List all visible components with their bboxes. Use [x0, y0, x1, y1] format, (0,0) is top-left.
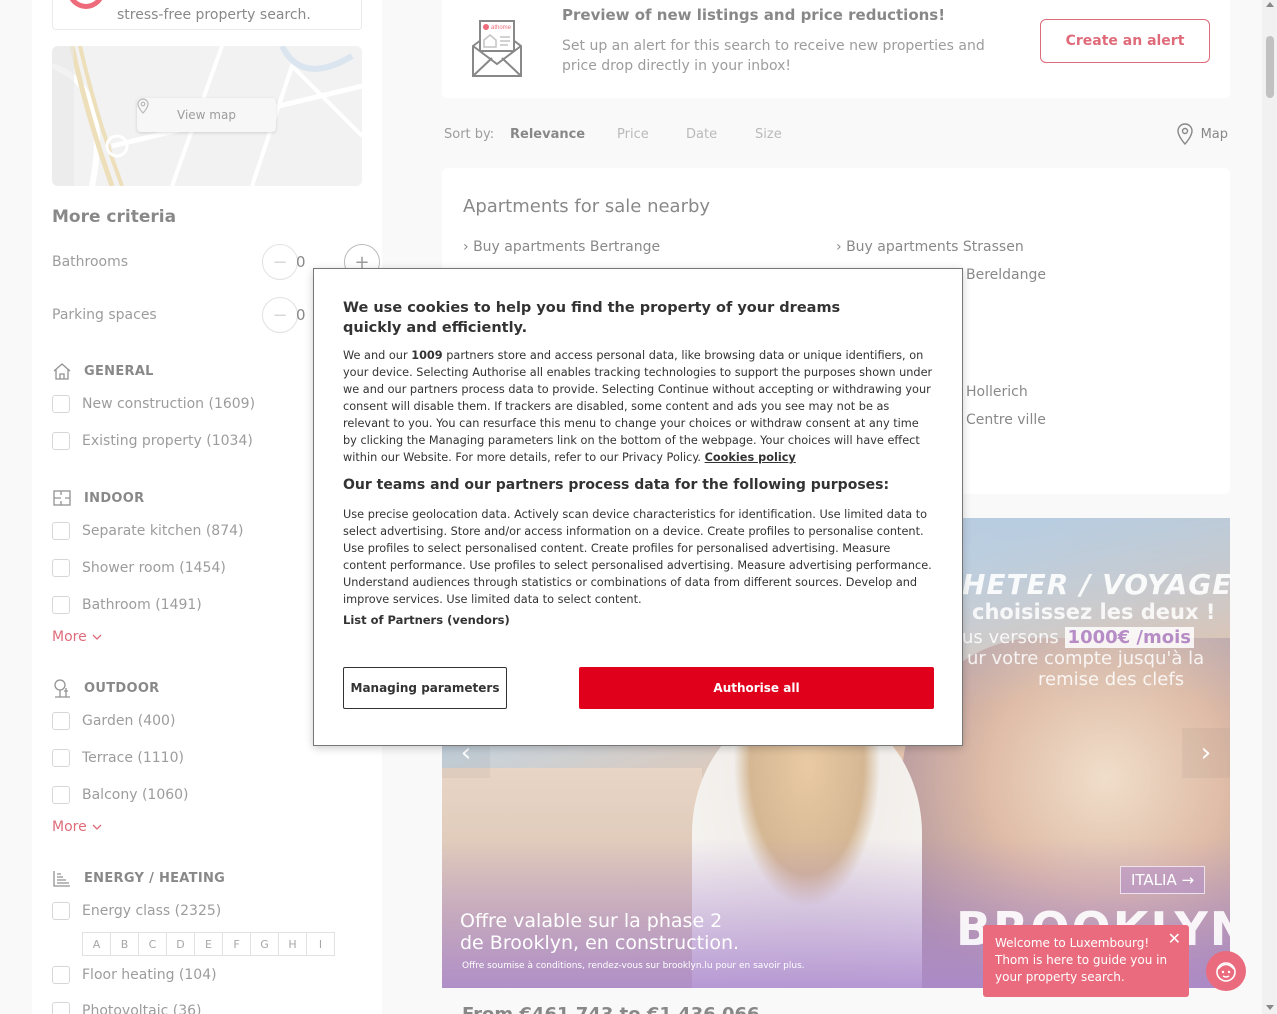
- scroll-up-arrow-icon[interactable]: [1266, 2, 1274, 7]
- cookie-consent-dialog: We use cookies to help you find the prop…: [313, 268, 963, 746]
- scroll-down-arrow-icon[interactable]: [1266, 1005, 1274, 1010]
- authorise-all-button[interactable]: Authorise all: [579, 667, 934, 709]
- cookies-policy-link[interactable]: Cookies policy: [705, 451, 796, 464]
- cookie-dialog-title: We use cookies to help you find the prop…: [343, 300, 841, 336]
- scrollbar-thumb[interactable]: [1266, 36, 1274, 98]
- body-text-pre: We and our: [343, 349, 408, 362]
- body-text: partners store and access personal data,…: [343, 349, 933, 464]
- purposes-text: Use precise geolocation data. Actively s…: [343, 508, 932, 606]
- purposes-title: Our teams and our partners process data …: [343, 477, 890, 493]
- cookie-dialog-body: We and our 1009 partners store and acces…: [343, 347, 935, 466]
- managing-parameters-button[interactable]: Managing parameters: [343, 667, 507, 709]
- vendors-list-link[interactable]: List of Partners (vendors): [343, 613, 510, 627]
- partners-count: 1009: [411, 349, 443, 362]
- page-scrollbar[interactable]: [1262, 0, 1277, 1014]
